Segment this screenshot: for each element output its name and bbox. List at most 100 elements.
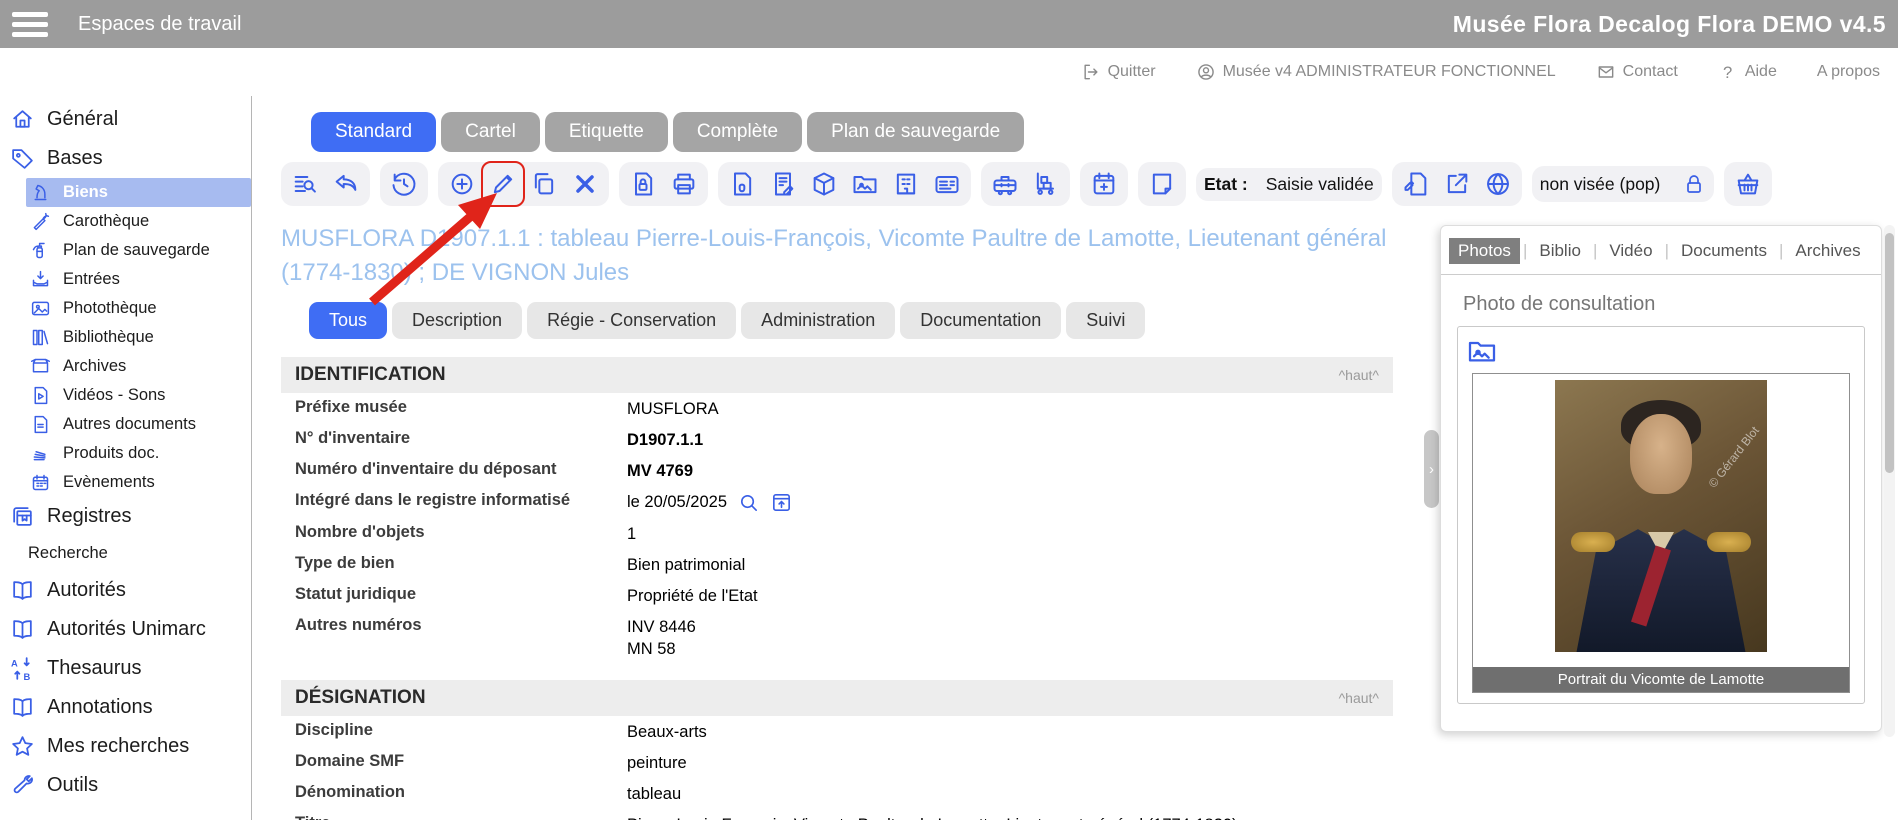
field-row-n-d-inventaire: N° d'inventaireD1907.1.1	[281, 424, 1393, 455]
section-title: DÉSIGNATION	[295, 687, 426, 709]
sidebar-item-evenements[interactable]: Evènements	[26, 468, 251, 497]
sidebar-item-thesaurus[interactable]: ABThesaurus	[0, 649, 251, 688]
record-title[interactable]: MUSFLORA D1907.1.1 : tableau Pierre-Loui…	[281, 222, 1451, 290]
sidebar-item-recherche[interactable]: Recherche	[0, 536, 251, 571]
view-tab-standard[interactable]: Standard	[311, 112, 436, 152]
tab-tous[interactable]: Tous	[309, 302, 387, 339]
app-title: Musée Flora Decalog Flora DEMO v4.5	[1453, 11, 1886, 38]
form-edit-icon	[769, 170, 797, 198]
section-header-designation: DÉSIGNATION ^haut^	[281, 680, 1393, 716]
sidebar-item-carotheque[interactable]: Carothèque	[26, 207, 251, 236]
sidebar-item-mes-recherches[interactable]: Mes recherches	[0, 727, 251, 766]
media-tabs: Photos|Biblio|Vidéo|Documents|Archives	[1441, 226, 1881, 275]
tab-description[interactable]: Description	[392, 302, 522, 339]
sidebar-item-autres-documents[interactable]: Autres documents	[26, 410, 251, 439]
view-tab-etiquette[interactable]: Etiquette	[545, 112, 668, 152]
toolbar-calendar-group	[1080, 162, 1128, 206]
status-value: non visée (pop)	[1540, 174, 1661, 195]
print-button[interactable]	[670, 170, 698, 198]
calendar-plus-button[interactable]	[1090, 170, 1118, 198]
doc-sign-button[interactable]	[1402, 170, 1430, 198]
sidebar-item-plan-de-sauvegarde[interactable]: Plan de sauvegarde	[26, 236, 251, 265]
history-button[interactable]	[390, 170, 418, 198]
sidebar-item-bibliotheque[interactable]: Bibliothèque	[26, 323, 251, 352]
photo-frame: © Gérard Blot Portrait du Vicomte de Lam…	[1472, 373, 1850, 693]
search-icon[interactable]	[737, 491, 760, 514]
copy-button[interactable]	[530, 170, 558, 198]
tab-documentation[interactable]: Documentation	[900, 302, 1061, 339]
folder-image-button[interactable]	[851, 170, 879, 198]
sidebar-item-bases[interactable]: Bases	[0, 139, 251, 178]
media-tab-documents[interactable]: Documents	[1672, 238, 1776, 264]
sidebar-item-general[interactable]: Général	[0, 100, 251, 139]
globe-button[interactable]	[1484, 170, 1512, 198]
menu-icon[interactable]	[12, 7, 48, 42]
workspace-label[interactable]: Espaces de travail	[78, 13, 241, 36]
field-value: Pierre-Louis-François, Vicomte Paultre d…	[627, 814, 1238, 820]
toolbar: Etat :Saisie validéenon visée (pop)	[281, 162, 1898, 206]
field-value: Bien patrimonial	[627, 554, 745, 576]
page-attach-button[interactable]	[728, 170, 756, 198]
field-row-autres-numeros: Autres numérosINV 8446MN 58	[281, 611, 1393, 664]
utility-item-quitter[interactable]: Quitter	[1081, 62, 1156, 82]
utility-item-musee-v4-administrateur-fonctionnel[interactable]: Musée v4 ADMINISTRATEUR FONCTIONNEL	[1196, 62, 1556, 82]
basket-button[interactable]	[1734, 170, 1762, 198]
page-lock-button[interactable]	[629, 170, 657, 198]
package-button[interactable]	[810, 170, 838, 198]
collapse-panel-handle[interactable]: ›	[1424, 430, 1439, 508]
scrollbar-thumb[interactable]	[1885, 233, 1894, 473]
edit-pencil-button[interactable]	[489, 170, 517, 198]
sidebar-item-outils[interactable]: Outils	[0, 766, 251, 805]
view-tab-complete[interactable]: Complète	[673, 112, 802, 152]
vertical-scrollbar[interactable]	[1884, 225, 1895, 737]
tab-regie-conservation[interactable]: Régie - Conservation	[527, 302, 736, 339]
toolbox-button[interactable]	[991, 170, 1019, 198]
sidebar-item-autorites[interactable]: Autorités	[0, 571, 251, 610]
media-tab-archives[interactable]: Archives	[1786, 238, 1869, 264]
field-value: 1	[627, 523, 636, 545]
portrait-image[interactable]: © Gérard Blot	[1555, 380, 1767, 652]
field-value: MV 4769	[627, 460, 693, 482]
back-to-top-link[interactable]: ^haut^	[1339, 690, 1379, 706]
open-window-icon[interactable]	[770, 491, 793, 514]
media-tab-video[interactable]: Vidéo	[1600, 238, 1661, 264]
view-tab-cartel[interactable]: Cartel	[441, 112, 540, 152]
back-to-top-link[interactable]: ^haut^	[1339, 367, 1379, 383]
media-tab-biblio[interactable]: Biblio	[1530, 238, 1590, 264]
photo-box: © Gérard Blot Portrait du Vicomte de Lam…	[1457, 326, 1865, 704]
sidebar-item-autorites-unimarc[interactable]: Autorités Unimarc	[0, 610, 251, 649]
trolley-icon	[1032, 170, 1060, 198]
view-tab-plan-de-sauvegarde[interactable]: Plan de sauvegarde	[807, 112, 1024, 152]
card-list-button[interactable]	[933, 170, 961, 198]
sidebar-item-annotations[interactable]: Annotations	[0, 688, 251, 727]
sidebar-item-produits-doc[interactable]: Produits doc.	[26, 439, 251, 468]
sidebar-item-phototheque[interactable]: Photothèque	[26, 294, 251, 323]
folder-image-icon[interactable]	[1466, 335, 1498, 367]
sidebar-item-videos-sons[interactable]: Vidéos - Sons	[26, 381, 251, 410]
sidebar-item-entrees[interactable]: Entrées	[26, 265, 251, 294]
sidebar-item-registres[interactable]: Registres	[0, 497, 251, 536]
utility-item-a-propos[interactable]: A propos	[1817, 63, 1880, 81]
utility-item-aide[interactable]: ?Aide	[1718, 62, 1777, 82]
add-circle-button[interactable]	[448, 170, 476, 198]
field-label: Statut juridique	[295, 585, 627, 604]
tab-administration[interactable]: Administration	[741, 302, 895, 339]
note-button[interactable]	[1148, 170, 1176, 198]
building-button[interactable]	[892, 170, 920, 198]
field-value: tableau	[627, 783, 681, 805]
reply-button[interactable]	[332, 170, 360, 198]
field-value: peinture	[627, 752, 687, 774]
utility-item-contact[interactable]: Contact	[1596, 62, 1678, 82]
trolley-button[interactable]	[1032, 170, 1060, 198]
list-search-button[interactable]	[291, 170, 319, 198]
sidebar-item-biens[interactable]: Biens	[26, 178, 251, 207]
sidebar-item-archives[interactable]: Archives	[26, 352, 251, 381]
external-link-button[interactable]	[1443, 170, 1471, 198]
tab-suivi[interactable]: Suivi	[1066, 302, 1145, 339]
toolbar-visa-status: non visée (pop)	[1532, 166, 1715, 202]
photo-icon	[30, 298, 51, 319]
delete-x-button[interactable]	[571, 170, 599, 198]
wrench-icon	[10, 773, 35, 798]
form-edit-button[interactable]	[769, 170, 797, 198]
media-tab-photos[interactable]: Photos	[1449, 238, 1520, 264]
